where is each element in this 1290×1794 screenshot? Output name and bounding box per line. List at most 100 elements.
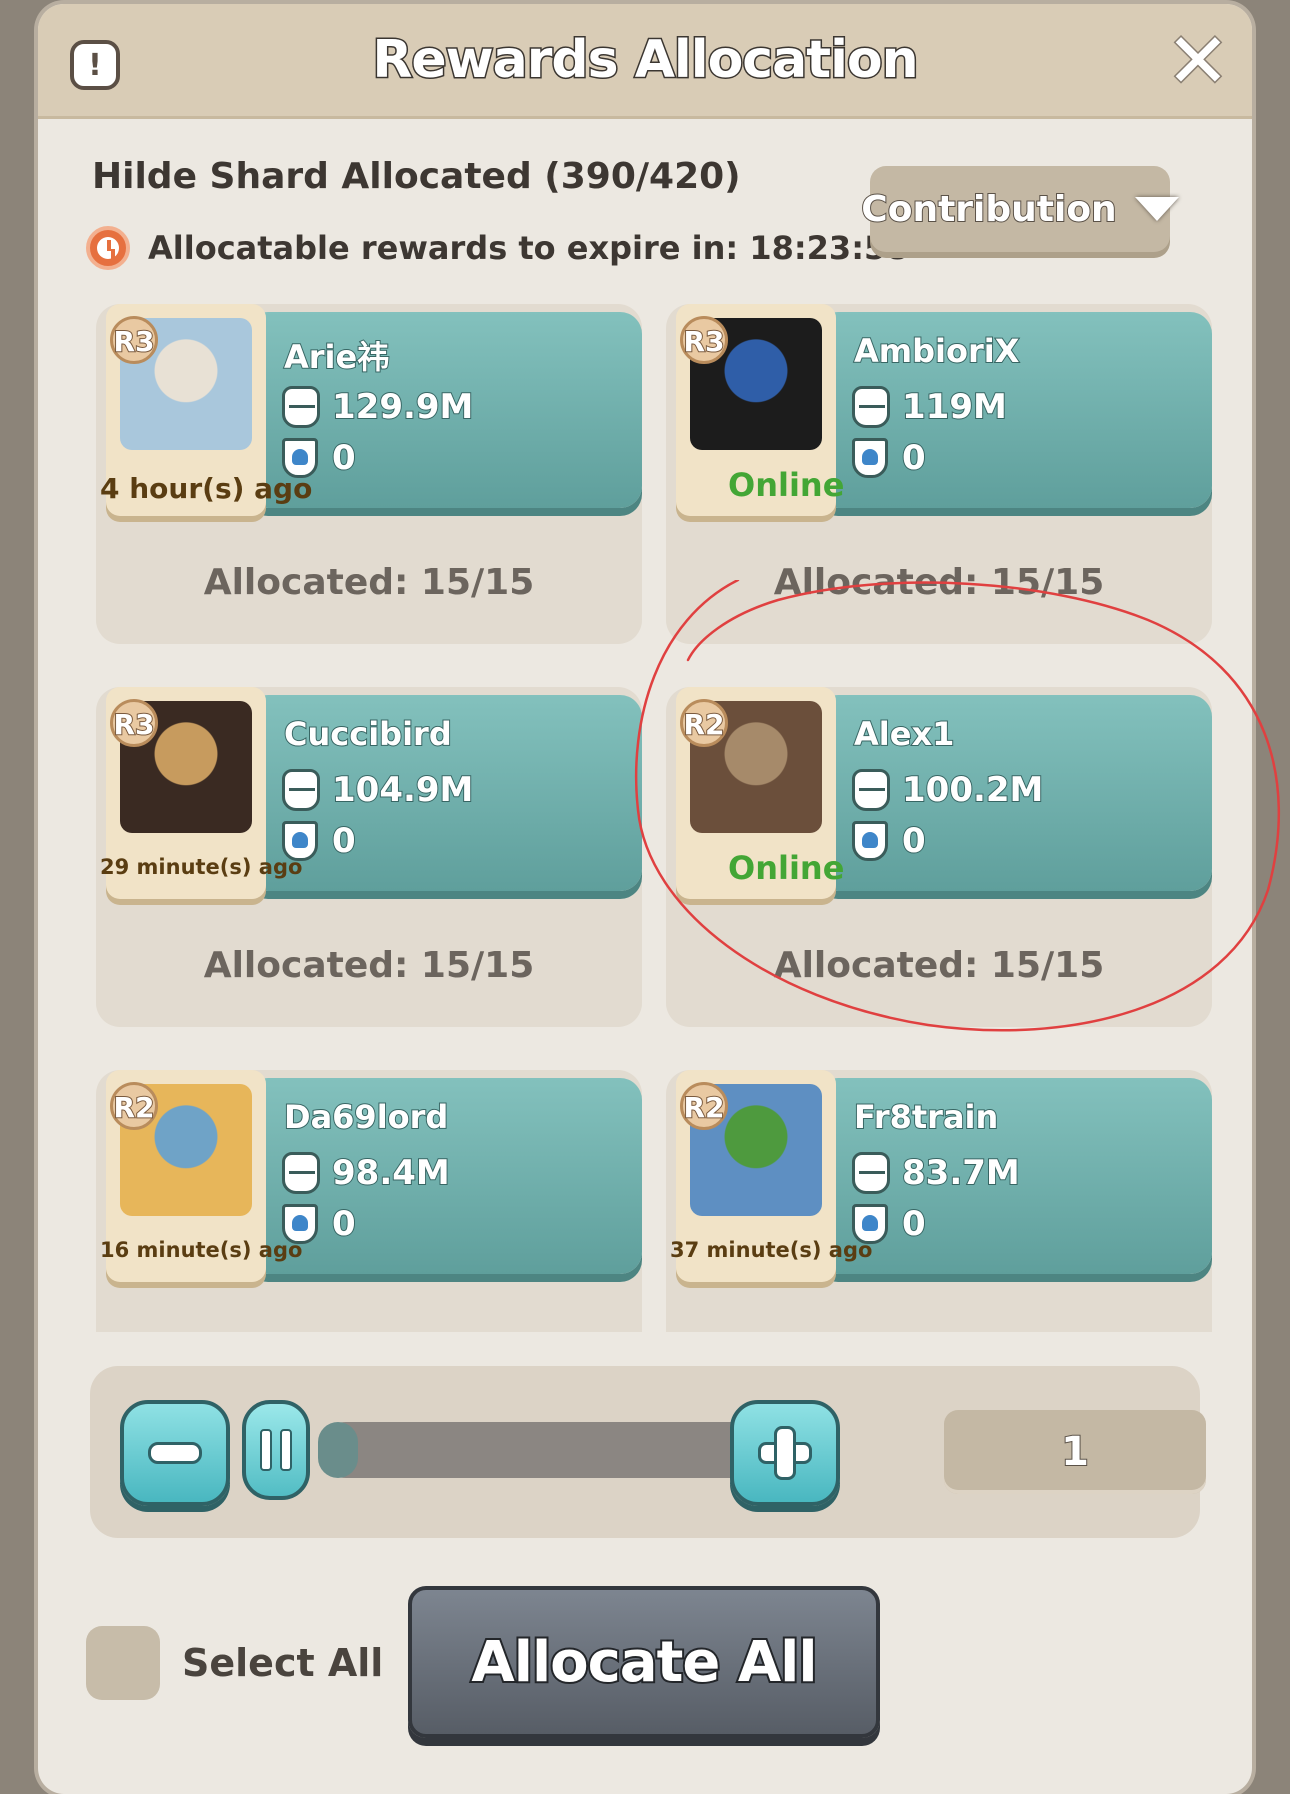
shield-icon [852,1204,888,1244]
shield-row: 0 [852,820,927,862]
player-status: 37 minute(s) ago [670,1238,873,1262]
player-card[interactable]: R2 37 minute(s) ago Fr8train 83.7M 0 [666,1070,1212,1332]
player-name: Cuccibird [283,714,453,754]
avatar[interactable]: R3 29 minute(s) ago [100,687,302,899]
fist-icon [852,386,890,428]
clock-icon [86,226,130,270]
allocate-all-label: Allocate All [469,1628,819,1697]
fist-icon [282,386,320,428]
allocated-status: Allocated: 15/15 [773,562,1105,603]
player-name: Arie祎 [283,337,390,377]
player-card-header: R3 29 minute(s) ago Cuccibird 104.9M 0 [96,687,642,905]
shield-value: 0 [901,437,927,479]
player-name: Fr8train [853,1097,999,1137]
power-row: 104.9M [282,769,474,811]
player-card-header: R3 4 hour(s) ago Arie祎 129.9M 0 [96,304,642,522]
player-status: 16 minute(s) ago [100,1238,303,1262]
shield-row: 0 [852,437,927,479]
avatar[interactable]: R3 4 hour(s) ago [100,304,312,516]
power-value: 83.7M [901,1152,1021,1194]
avatar[interactable]: R3 Online [676,304,844,516]
shield-icon [852,821,888,861]
increment-button[interactable] [730,1400,840,1506]
select-all-row[interactable]: Select All [86,1626,383,1700]
player-card[interactable]: R3 4 hour(s) ago Arie祎 129.9M 0 Allocate… [96,304,642,644]
rewards-allocation-dialog: ! Rewards Allocation ✕ Hilde Shard Alloc… [38,4,1252,1794]
shield-value: 0 [901,820,927,862]
shield-value: 0 [331,820,357,862]
player-card[interactable]: R2 Online Alex1 100.2M 0 Allocated: 15/1… [666,687,1212,1027]
slider-fill [318,1422,358,1478]
fist-icon [282,1152,320,1194]
shield-value: 0 [331,437,357,479]
sort-dropdown[interactable]: Contribution [860,166,1179,252]
shield-value: 0 [331,1203,357,1245]
avatar[interactable]: R2 Online [676,687,844,899]
power-row: 83.7M [852,1152,1021,1194]
power-value: 104.9M [331,769,474,811]
quantity-stepper: 1 [90,1366,1206,1538]
grip-icon [260,1429,272,1471]
player-status: 29 minute(s) ago [100,855,303,879]
shield-value: 0 [901,1203,927,1245]
allocated-status: Allocated: 15/15 [203,562,535,603]
avatar[interactable]: R2 37 minute(s) ago [670,1070,872,1282]
close-icon[interactable]: ✕ [1164,21,1232,100]
avatar[interactable]: R2 16 minute(s) ago [100,1070,302,1282]
power-row: 100.2M [852,769,1044,811]
slider-handle[interactable] [242,1400,310,1500]
shield-row: 0 [852,1203,927,1245]
shield-row: 0 [282,1203,357,1245]
power-row: 129.9M [282,386,474,428]
power-value: 100.2M [901,769,1044,811]
power-row: 119M [852,386,1008,428]
allocated-status: Allocated: 15/15 [773,945,1105,986]
allocated-status: Allocated: 15/15 [203,945,535,986]
shield-row: 0 [282,437,357,479]
rank-badge: R2 [680,1082,728,1130]
chevron-down-icon [1134,197,1179,221]
player-card-header: R3 Online AmbioriX 119M 0 [666,304,1212,522]
player-name: Alex1 [853,714,955,754]
fist-icon [852,769,890,811]
shield-icon [282,821,318,861]
player-name: AmbioriX [853,331,1020,371]
rank-badge: R2 [680,699,728,747]
quantity-input[interactable]: 1 [944,1410,1206,1494]
rank-badge: R3 [110,316,158,364]
quantity-slider[interactable] [318,1422,778,1478]
rank-badge: R2 [110,1082,158,1130]
player-card-header: R2 Online Alex1 100.2M 0 [666,687,1212,905]
shield-icon [282,438,318,478]
power-value: 119M [901,386,1008,428]
rank-badge: R3 [110,699,158,747]
rank-badge: R3 [680,316,728,364]
player-name: Da69lord [283,1097,449,1137]
shield-row: 0 [282,820,357,862]
decrement-button[interactable] [120,1400,230,1506]
player-card[interactable]: R2 16 minute(s) ago Da69lord 98.4M 0 [96,1070,642,1332]
sort-dropdown-label: Contribution [860,188,1117,231]
allocate-all-button[interactable]: Allocate All [408,1586,880,1738]
power-value: 98.4M [331,1152,451,1194]
player-card-header: R2 37 minute(s) ago Fr8train 83.7M 0 [666,1070,1212,1288]
allocated-count-label: Hilde Shard Allocated (390/420) [92,156,741,197]
dialog-titlebar: ! Rewards Allocation ✕ [38,4,1252,119]
select-all-label: Select All [182,1641,384,1685]
dialog-title: Rewards Allocation [371,29,920,92]
expire-row: Allocatable rewards to expire in: 18:23:… [86,226,909,270]
minus-icon [148,1442,202,1464]
expire-countdown: Allocatable rewards to expire in: 18:23:… [148,229,909,267]
select-all-checkbox[interactable] [86,1626,160,1700]
fist-icon [282,769,320,811]
player-card-header: R2 16 minute(s) ago Da69lord 98.4M 0 [96,1070,642,1288]
power-value: 129.9M [331,386,474,428]
player-status: 4 hour(s) ago [100,472,313,505]
grip-icon [280,1429,292,1471]
player-card[interactable]: R3 Online AmbioriX 119M 0 Allocated: 15/… [666,304,1212,644]
fist-icon [852,1152,890,1194]
shield-icon [282,1204,318,1244]
player-card[interactable]: R3 29 minute(s) ago Cuccibird 104.9M 0 A… [96,687,642,1027]
power-row: 98.4M [282,1152,451,1194]
shield-icon [852,438,888,478]
